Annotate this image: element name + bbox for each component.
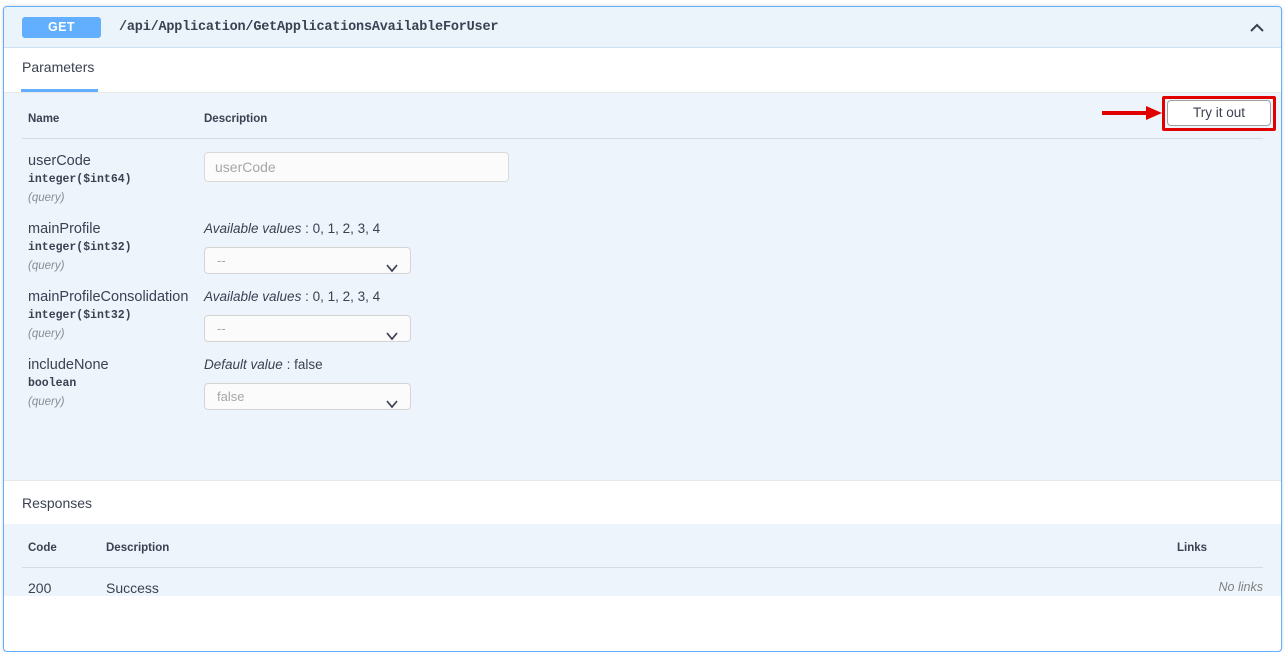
- try-it-out-button[interactable]: Try it out: [1167, 100, 1271, 126]
- select-value: --: [217, 321, 226, 336]
- response-links: No links: [1218, 580, 1263, 594]
- parameter-name: mainProfileConsolidation: [28, 289, 189, 305]
- parameter-description-cell: [198, 139, 1263, 208]
- parameter-description-cell: Available values : 0, 1, 2, 3, 4 --: [198, 207, 1263, 275]
- meta-value: : 0, 1, 2, 3, 4: [301, 289, 381, 304]
- parameter-type: integer($int64): [28, 173, 132, 186]
- tab-active-indicator: [21, 89, 98, 92]
- parameters-section: Name Description userCode integer($int64…: [4, 93, 1281, 480]
- tab-parameters[interactable]: Parameters: [22, 59, 94, 87]
- column-header-description: Description: [198, 113, 1263, 139]
- chevron-up-icon[interactable]: [1247, 18, 1267, 38]
- responses-section: Code Description Links 200 Success No li…: [4, 524, 1281, 596]
- userCode-input[interactable]: [204, 152, 509, 182]
- parameter-available-values: Available values : 0, 1, 2, 3, 4: [204, 220, 1263, 237]
- responses-title: Responses: [4, 480, 1281, 524]
- meta-value: : 0, 1, 2, 3, 4: [301, 221, 381, 236]
- responses-header-row: Code Description Links: [22, 542, 1263, 568]
- parameter-type: boolean: [28, 377, 77, 390]
- parameters-table: Name Description userCode integer($int64…: [22, 113, 1263, 411]
- parameter-location: (query): [28, 260, 65, 272]
- parameter-name: userCode: [28, 153, 91, 169]
- parameter-location: (query): [28, 192, 65, 204]
- meta-label: Default value: [204, 357, 283, 372]
- parameter-available-values: Available values : 0, 1, 2, 3, 4: [204, 288, 1263, 305]
- responses-table: Code Description Links 200 Success No li…: [22, 542, 1263, 596]
- parameter-type: integer($int32): [28, 241, 132, 254]
- parameter-location: (query): [28, 328, 65, 340]
- parameter-location: (query): [28, 396, 65, 408]
- includeNone-select[interactable]: false: [204, 383, 411, 410]
- parameter-name: mainProfile: [28, 221, 101, 237]
- select-value: --: [217, 253, 226, 268]
- parameter-name-cell: mainProfileConsolidation integer($int32)…: [22, 275, 198, 343]
- table-row: userCode integer($int64) (query): [22, 139, 1263, 208]
- parameter-default-value: Default value : false: [204, 356, 1263, 373]
- operation-summary[interactable]: GET /api/Application/GetApplicationsAvai…: [4, 7, 1281, 48]
- tab-row: Parameters Try it out: [4, 48, 1281, 131]
- table-row: mainProfile integer($int32) (query) Avai…: [22, 207, 1263, 275]
- table-row: includeNone boolean (query) Default valu…: [22, 343, 1263, 411]
- mainProfile-select[interactable]: --: [204, 247, 411, 274]
- column-header-description: Description: [100, 542, 1171, 568]
- response-code: 200: [28, 580, 52, 596]
- column-header-code: Code: [22, 542, 100, 568]
- operation-path: /api/Application/GetApplicationsAvailabl…: [119, 19, 499, 35]
- chevron-down-icon: [386, 324, 398, 349]
- parameter-name-cell: userCode integer($int64) (query): [22, 139, 198, 208]
- parameter-name-cell: includeNone boolean (query): [22, 343, 198, 411]
- parameter-name-cell: mainProfile integer($int32) (query): [22, 207, 198, 275]
- parameter-description-cell: Available values : 0, 1, 2, 3, 4 --: [198, 275, 1263, 343]
- mainProfileConsolidation-select[interactable]: --: [204, 315, 411, 342]
- meta-value: : false: [282, 357, 323, 372]
- table-row: mainProfileConsolidation integer($int32)…: [22, 275, 1263, 343]
- column-header-links: Links: [1171, 542, 1263, 568]
- select-value: false: [217, 389, 245, 404]
- operation-block: GET /api/Application/GetApplicationsAvai…: [3, 6, 1282, 652]
- meta-label: Available values: [204, 221, 302, 236]
- parameters-header-row: Name Description: [22, 113, 1263, 139]
- parameter-name: includeNone: [28, 357, 109, 373]
- meta-label: Available values: [204, 289, 302, 304]
- http-method-badge: GET: [22, 16, 101, 38]
- parameter-type: integer($int32): [28, 309, 132, 322]
- table-row: 200 Success No links: [22, 568, 1263, 596]
- response-description: Success: [106, 580, 159, 596]
- parameter-description-cell: Default value : false false: [198, 343, 1263, 411]
- column-header-name: Name: [22, 113, 198, 139]
- chevron-down-icon: [386, 392, 398, 417]
- chevron-down-icon: [386, 256, 398, 281]
